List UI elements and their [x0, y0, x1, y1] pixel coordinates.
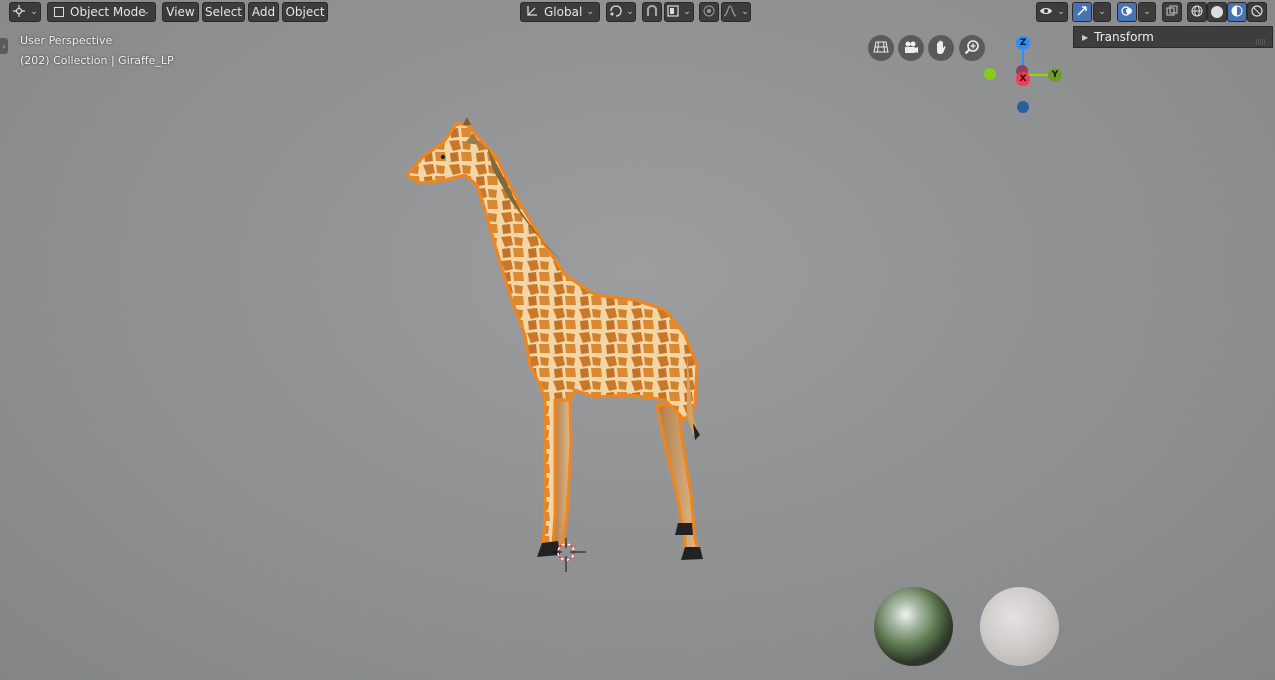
- overlay-icon: [1121, 5, 1133, 20]
- proportional-edit-icon: [703, 5, 715, 20]
- chevron-down-icon: ⌄: [586, 7, 594, 17]
- mode-label: Object Mode: [70, 5, 146, 19]
- shading-solid[interactable]: [1207, 2, 1227, 22]
- snap-increment-icon: [667, 4, 679, 20]
- axis-y-label: Y: [1051, 70, 1059, 80]
- 3d-viewport[interactable]: ⌄ Object Mode ⌄ View Select Add Object G…: [0, 0, 1275, 680]
- menu-add[interactable]: Add: [248, 2, 279, 22]
- toggle-ortho-button[interactable]: [868, 35, 894, 61]
- pan-view-button[interactable]: [928, 35, 954, 61]
- falloff-dropdown[interactable]: ⌄: [721, 2, 751, 22]
- 3d-cursor[interactable]: [552, 538, 586, 572]
- chevron-down-icon: ⌄: [1098, 7, 1106, 17]
- menu-object[interactable]: Object: [282, 2, 328, 22]
- shading-material-preview[interactable]: [1227, 2, 1247, 22]
- gizmo-toggle[interactable]: [1072, 2, 1092, 22]
- orientation-label: Global: [544, 5, 583, 19]
- axis-neg-y-button[interactable]: [984, 68, 996, 80]
- rendered-icon: [1251, 4, 1263, 20]
- falloff-curve-icon: [723, 4, 737, 20]
- eye-icon: [1039, 5, 1053, 20]
- object-mode-icon: [54, 7, 64, 17]
- material-preview-icon: [1231, 5, 1243, 20]
- axis-gizmo[interactable]: Z Y X: [980, 34, 1070, 118]
- menu-select[interactable]: Select: [202, 2, 245, 22]
- 3d-viewport-icon: [12, 4, 26, 20]
- menu-view[interactable]: View: [162, 2, 199, 22]
- camera-view-button[interactable]: [898, 35, 924, 61]
- orthographic-grid-icon: [873, 40, 889, 57]
- proportional-edit-toggle[interactable]: [699, 2, 719, 22]
- chevron-down-icon: ⌄: [626, 7, 634, 17]
- chevron-down-icon: ⌄: [741, 7, 749, 17]
- transform-orientation-dropdown[interactable]: Global ⌄: [520, 2, 600, 22]
- axis-neg-z-bottom-button[interactable]: [1017, 101, 1029, 113]
- chevron-down-icon: ⌄: [683, 7, 691, 17]
- mode-dropdown[interactable]: Object Mode ⌄: [47, 2, 156, 22]
- pivot-point-dropdown[interactable]: ⌄: [606, 2, 636, 22]
- drag-handle-icon[interactable]: [1256, 34, 1266, 48]
- magnet-icon: [646, 4, 658, 20]
- chevron-down-icon: ⌄: [142, 7, 150, 17]
- camera-icon: [903, 40, 919, 57]
- solid-icon: [1211, 6, 1223, 18]
- collection-info-label: (202) Collection | Giraffe_LP: [20, 54, 174, 67]
- visibility-dropdown[interactable]: ⌄: [1036, 2, 1068, 22]
- overlay-toggle[interactable]: [1117, 2, 1137, 22]
- transform-panel-header[interactable]: ▶ Transform: [1073, 26, 1273, 48]
- disclosure-triangle-icon: ▶: [1082, 32, 1089, 42]
- chevron-down-icon: ⌄: [30, 7, 38, 17]
- pivot-point-icon: [608, 4, 622, 20]
- wireframe-icon: [1191, 4, 1203, 20]
- view-perspective-label: User Perspective: [20, 34, 113, 47]
- menu-object-label: Object: [285, 5, 325, 19]
- menu-add-label: Add: [251, 5, 276, 19]
- diffuse-preview-sphere: [980, 587, 1059, 666]
- gizmo-icon: [1076, 5, 1088, 20]
- snap-toggle[interactable]: [642, 2, 662, 22]
- hand-pan-icon: [933, 39, 949, 58]
- axis-x-button[interactable]: X: [1016, 72, 1030, 86]
- toolbar-expand-tab[interactable]: ›: [0, 38, 8, 54]
- chevron-down-icon: ⌄: [1143, 7, 1151, 17]
- axis-z-button[interactable]: Z: [1016, 36, 1030, 50]
- hdri-preview-sphere: [874, 587, 953, 666]
- zoom-icon: [964, 39, 980, 58]
- overlay-dropdown[interactable]: ⌄: [1138, 2, 1156, 22]
- snap-element-dropdown[interactable]: ⌄: [664, 2, 694, 22]
- axis-y-button[interactable]: Y: [1048, 68, 1062, 82]
- editor-type-button[interactable]: ⌄: [9, 2, 41, 22]
- xray-toggle[interactable]: [1162, 2, 1182, 22]
- gizmo-dropdown[interactable]: ⌄: [1093, 2, 1111, 22]
- shading-wireframe[interactable]: [1187, 2, 1207, 22]
- orientation-icon: [526, 5, 538, 20]
- viewport-header: ⌄ Object Mode ⌄ View Select Add Object G…: [0, 0, 1275, 24]
- transform-label: Transform: [1094, 30, 1154, 44]
- xray-icon: [1166, 4, 1178, 20]
- shading-rendered[interactable]: [1247, 2, 1267, 22]
- axis-x-label: X: [1019, 74, 1027, 84]
- chevron-down-icon: ⌄: [1057, 7, 1065, 17]
- axis-z-label: Z: [1019, 38, 1027, 48]
- menu-select-label: Select: [204, 5, 243, 19]
- menu-view-label: View: [166, 5, 195, 19]
- giraffe-model[interactable]: [395, 115, 725, 575]
